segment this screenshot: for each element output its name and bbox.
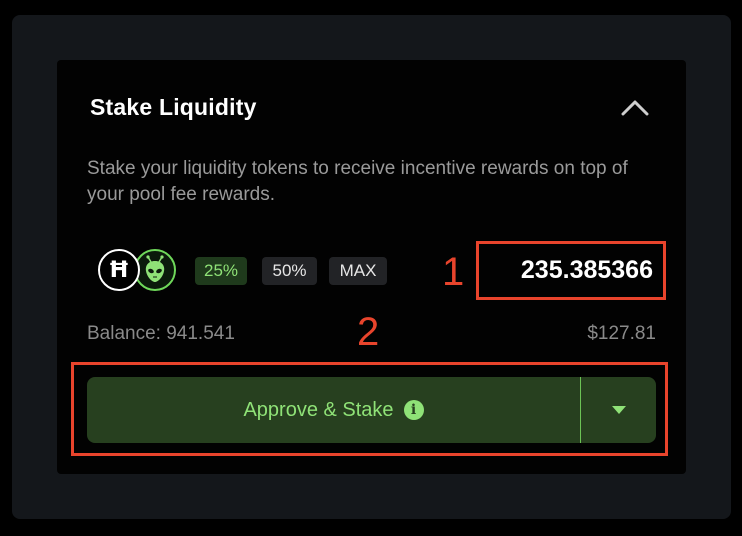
- stake-options-dropdown-button[interactable]: [581, 377, 656, 443]
- token-pair-icons: Ħ: [98, 249, 178, 293]
- chevron-up-icon: [621, 100, 649, 116]
- amount-highlight-box: [476, 241, 666, 300]
- hbar-symbol: Ħ: [108, 257, 130, 283]
- card-title: Stake Liquidity: [90, 94, 257, 120]
- approve-stake-button-group: Approve & Stake i: [87, 377, 656, 443]
- usd-value: $127.81: [587, 323, 656, 344]
- caret-down-icon: [611, 406, 626, 414]
- balance-text: Balance: 941.541: [87, 323, 235, 344]
- approve-stake-button[interactable]: Approve & Stake i: [87, 377, 580, 443]
- annotation-marker-1: 1: [442, 250, 465, 294]
- info-icon[interactable]: i: [403, 400, 424, 420]
- card-description: Stake your liquidity tokens to receive i…: [87, 158, 628, 205]
- amount-input[interactable]: [479, 244, 663, 297]
- alien-face-icon: [145, 255, 165, 282]
- max-button[interactable]: MAX: [329, 257, 387, 285]
- annotation-marker-2: 2: [357, 310, 380, 354]
- stake-liquidity-card: Stake Liquidity Stake your liquidity tok…: [57, 60, 686, 474]
- hbar-icon: Ħ: [98, 249, 140, 291]
- percent-50-button[interactable]: 50%: [262, 257, 317, 285]
- percent-25-button[interactable]: 25%: [195, 257, 247, 285]
- collapse-button[interactable]: [617, 93, 653, 123]
- alien-icon: [134, 249, 176, 291]
- approve-stake-label: Approve & Stake: [243, 398, 394, 421]
